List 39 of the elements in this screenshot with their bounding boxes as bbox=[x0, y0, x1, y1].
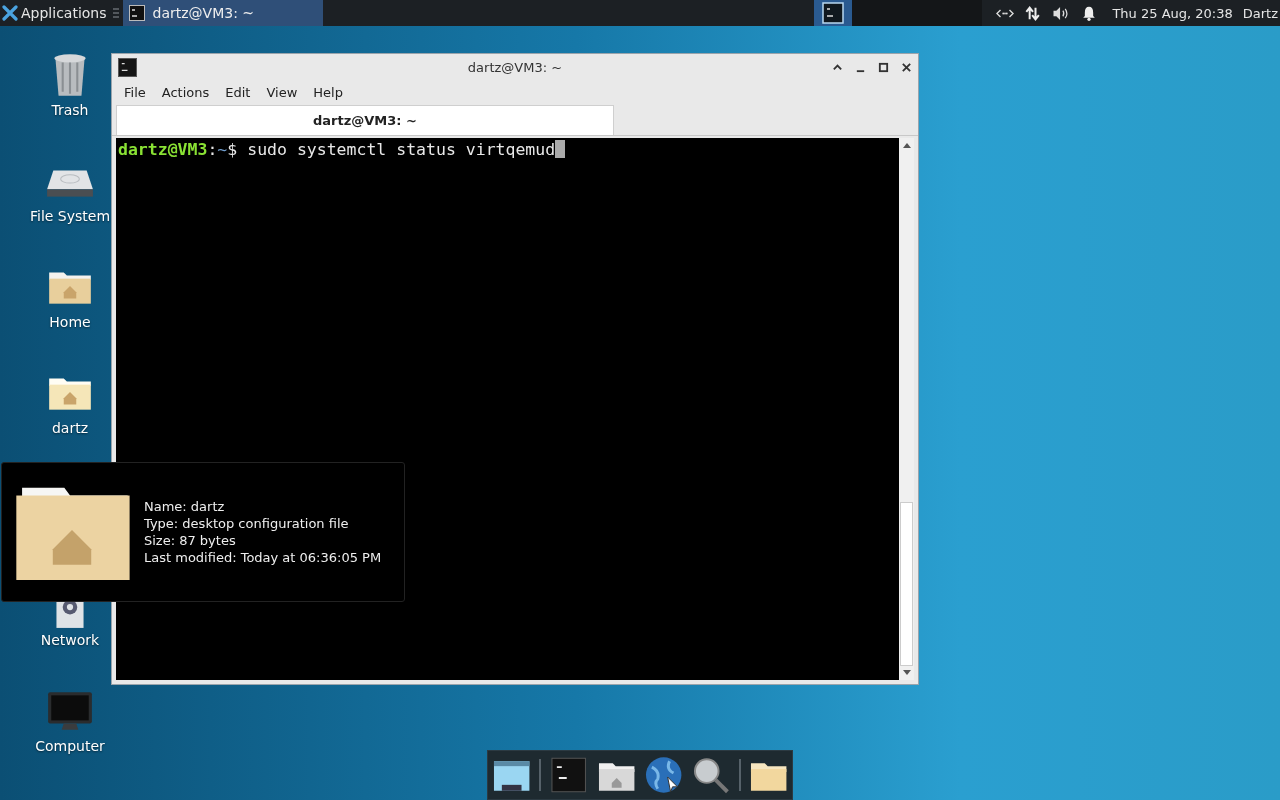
tooltip-line: Type: desktop configuration file bbox=[144, 515, 350, 532]
desktop-icon-label[interactable]: Network bbox=[40, 632, 100, 648]
text-cursor bbox=[555, 140, 566, 158]
menu-item[interactable]: Edit bbox=[217, 84, 259, 100]
menu-item[interactable]: File bbox=[116, 84, 154, 100]
close-icon[interactable] bbox=[901, 62, 912, 73]
terminal-icon bbox=[118, 58, 137, 77]
desktop-icon-label[interactable]: dartz bbox=[51, 420, 89, 436]
command-text: sudo systemctl status virtqemud bbox=[247, 139, 556, 159]
window-title: dartz@VM3: ~ bbox=[467, 60, 563, 75]
volume-icon[interactable] bbox=[1052, 5, 1071, 21]
x-logo-icon bbox=[2, 5, 18, 21]
taskbar-button[interactable]: dartz@VM3: ~ bbox=[122, 0, 323, 26]
tooltip-line: Name: dartz bbox=[144, 498, 226, 515]
menu-item[interactable]: View bbox=[258, 84, 306, 100]
desktop-icon-label[interactable]: Computer bbox=[35, 738, 105, 754]
tooltip-line: Last modified: Today at 06:36:05 PM bbox=[144, 549, 382, 566]
applications-menu[interactable]: Applications bbox=[0, 0, 109, 26]
tab[interactable]: dartz@VM3: ~ bbox=[116, 105, 614, 135]
menu-item[interactable]: Actions bbox=[153, 84, 218, 100]
menu-item[interactable]: Help bbox=[305, 84, 351, 100]
prompt-symbol: $ bbox=[227, 139, 238, 159]
prompt-user: dartz@VM3 bbox=[118, 139, 208, 159]
prompt-path: ~ bbox=[217, 139, 228, 159]
terminal-icon bbox=[822, 2, 845, 24]
globe-icon[interactable] bbox=[644, 754, 684, 796]
prompt-separator: : bbox=[207, 139, 218, 159]
clock[interactable]: Thu 25 Aug, 20:38 bbox=[1112, 5, 1233, 21]
desktop-icon-label[interactable]: File System bbox=[29, 208, 111, 224]
user-name[interactable]: Dartz bbox=[1242, 5, 1278, 21]
tooltip-line: Size: 87 bytes bbox=[144, 532, 237, 549]
desktop-icon-label[interactable]: Home bbox=[49, 314, 91, 330]
shade-icon[interactable] bbox=[832, 62, 843, 73]
workspace-pager[interactable] bbox=[814, 0, 853, 26]
terminal-icon bbox=[128, 5, 145, 21]
maximize-icon[interactable] bbox=[878, 62, 889, 73]
panel-handle-icon bbox=[112, 7, 119, 19]
scrollbar[interactable] bbox=[899, 138, 914, 680]
desktop-icon-label[interactable]: Trash bbox=[51, 102, 89, 118]
